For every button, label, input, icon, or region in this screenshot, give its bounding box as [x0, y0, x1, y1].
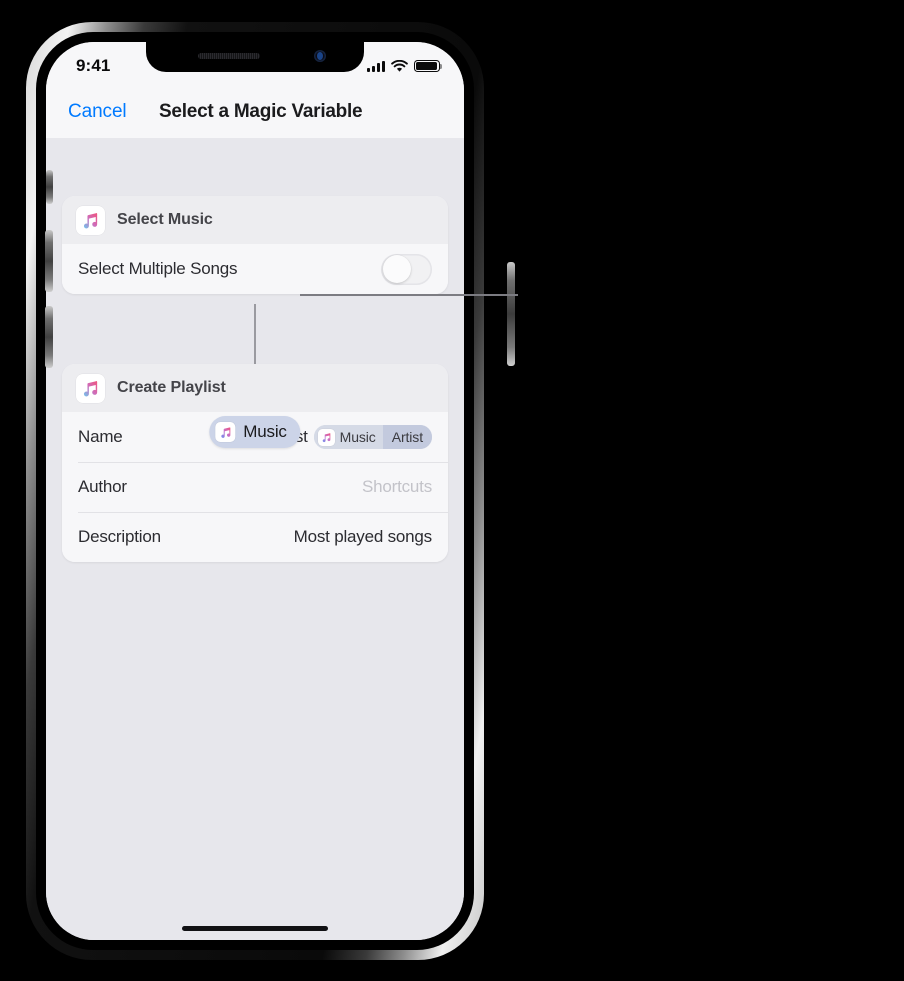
device-bezel: 9:41 Cancel Select a Magic Variable Sele… — [36, 32, 474, 950]
page-title: Select a Magic Variable — [159, 101, 363, 122]
action-card-header: Create Playlist — [62, 364, 448, 412]
iphone-device-frame: 9:41 Cancel Select a Magic Variable Sele… — [26, 22, 515, 960]
row-playlist-author[interactable]: Author Shortcuts — [62, 462, 448, 512]
row-label: Name — [78, 427, 123, 446]
action-card-create-playlist[interactable]: Create Playlist Name Top 25 Most — [62, 364, 448, 562]
action-card-title: Select Music — [117, 211, 213, 228]
volume-down-button[interactable] — [45, 306, 53, 368]
battery-full-icon — [414, 59, 443, 73]
row-label: Description — [78, 527, 161, 546]
status-bar-indicators — [367, 59, 443, 73]
earpiece-speaker-icon — [198, 53, 260, 59]
status-bar-time: 9:41 — [76, 56, 111, 75]
cancel-button[interactable]: Cancel — [68, 101, 127, 123]
token-property-label: Artist — [391, 429, 423, 445]
magic-variable-token-music-artist[interactable]: Music Artist — [313, 425, 432, 449]
action-card-header: Select Music — [62, 196, 448, 244]
select-multiple-songs-toggle[interactable] — [381, 253, 432, 285]
device-screen: 9:41 Cancel Select a Magic Variable Sele… — [46, 42, 464, 940]
shortcut-canvas: Select Music Select Multiple Songs Music… — [46, 138, 464, 940]
token-source-segment: Music — [313, 425, 383, 449]
navigation-bar: Cancel Select a Magic Variable — [46, 86, 464, 138]
callout-line-to-music-variable — [300, 294, 518, 296]
token-source-label: Music — [339, 429, 376, 445]
wifi-icon — [391, 59, 408, 73]
action-card-select-music[interactable]: Select Music Select Multiple Songs — [62, 196, 448, 294]
row-select-multiple-songs[interactable]: Select Multiple Songs — [62, 244, 448, 294]
power-button[interactable] — [507, 262, 515, 366]
magic-variable-pill-music[interactable]: Music — [209, 416, 301, 448]
row-label: Author — [78, 477, 127, 496]
front-camera-icon — [314, 50, 326, 62]
toggle-knob — [382, 255, 411, 283]
music-app-icon — [76, 205, 105, 235]
action-card-title: Create Playlist — [117, 379, 226, 396]
screenshot-stage: 9:41 Cancel Select a Magic Variable Sele… — [0, 0, 904, 981]
playlist-description-value[interactable]: Most played songs — [294, 527, 433, 547]
magic-variable-label: Music — [243, 422, 287, 441]
signal-bars-icon — [367, 60, 385, 72]
volume-up-button[interactable] — [45, 230, 53, 292]
music-app-icon — [317, 428, 335, 446]
home-indicator[interactable] — [182, 925, 328, 931]
device-notch — [146, 42, 364, 72]
row-label: Select Multiple Songs — [78, 259, 238, 278]
row-playlist-description[interactable]: Description Most played songs — [62, 512, 448, 562]
token-property-segment[interactable]: Artist — [382, 425, 432, 449]
silent-switch-button[interactable] — [46, 170, 53, 204]
playlist-author-value[interactable]: Shortcuts — [362, 477, 432, 497]
music-app-icon — [215, 422, 236, 442]
music-app-icon — [76, 373, 105, 403]
